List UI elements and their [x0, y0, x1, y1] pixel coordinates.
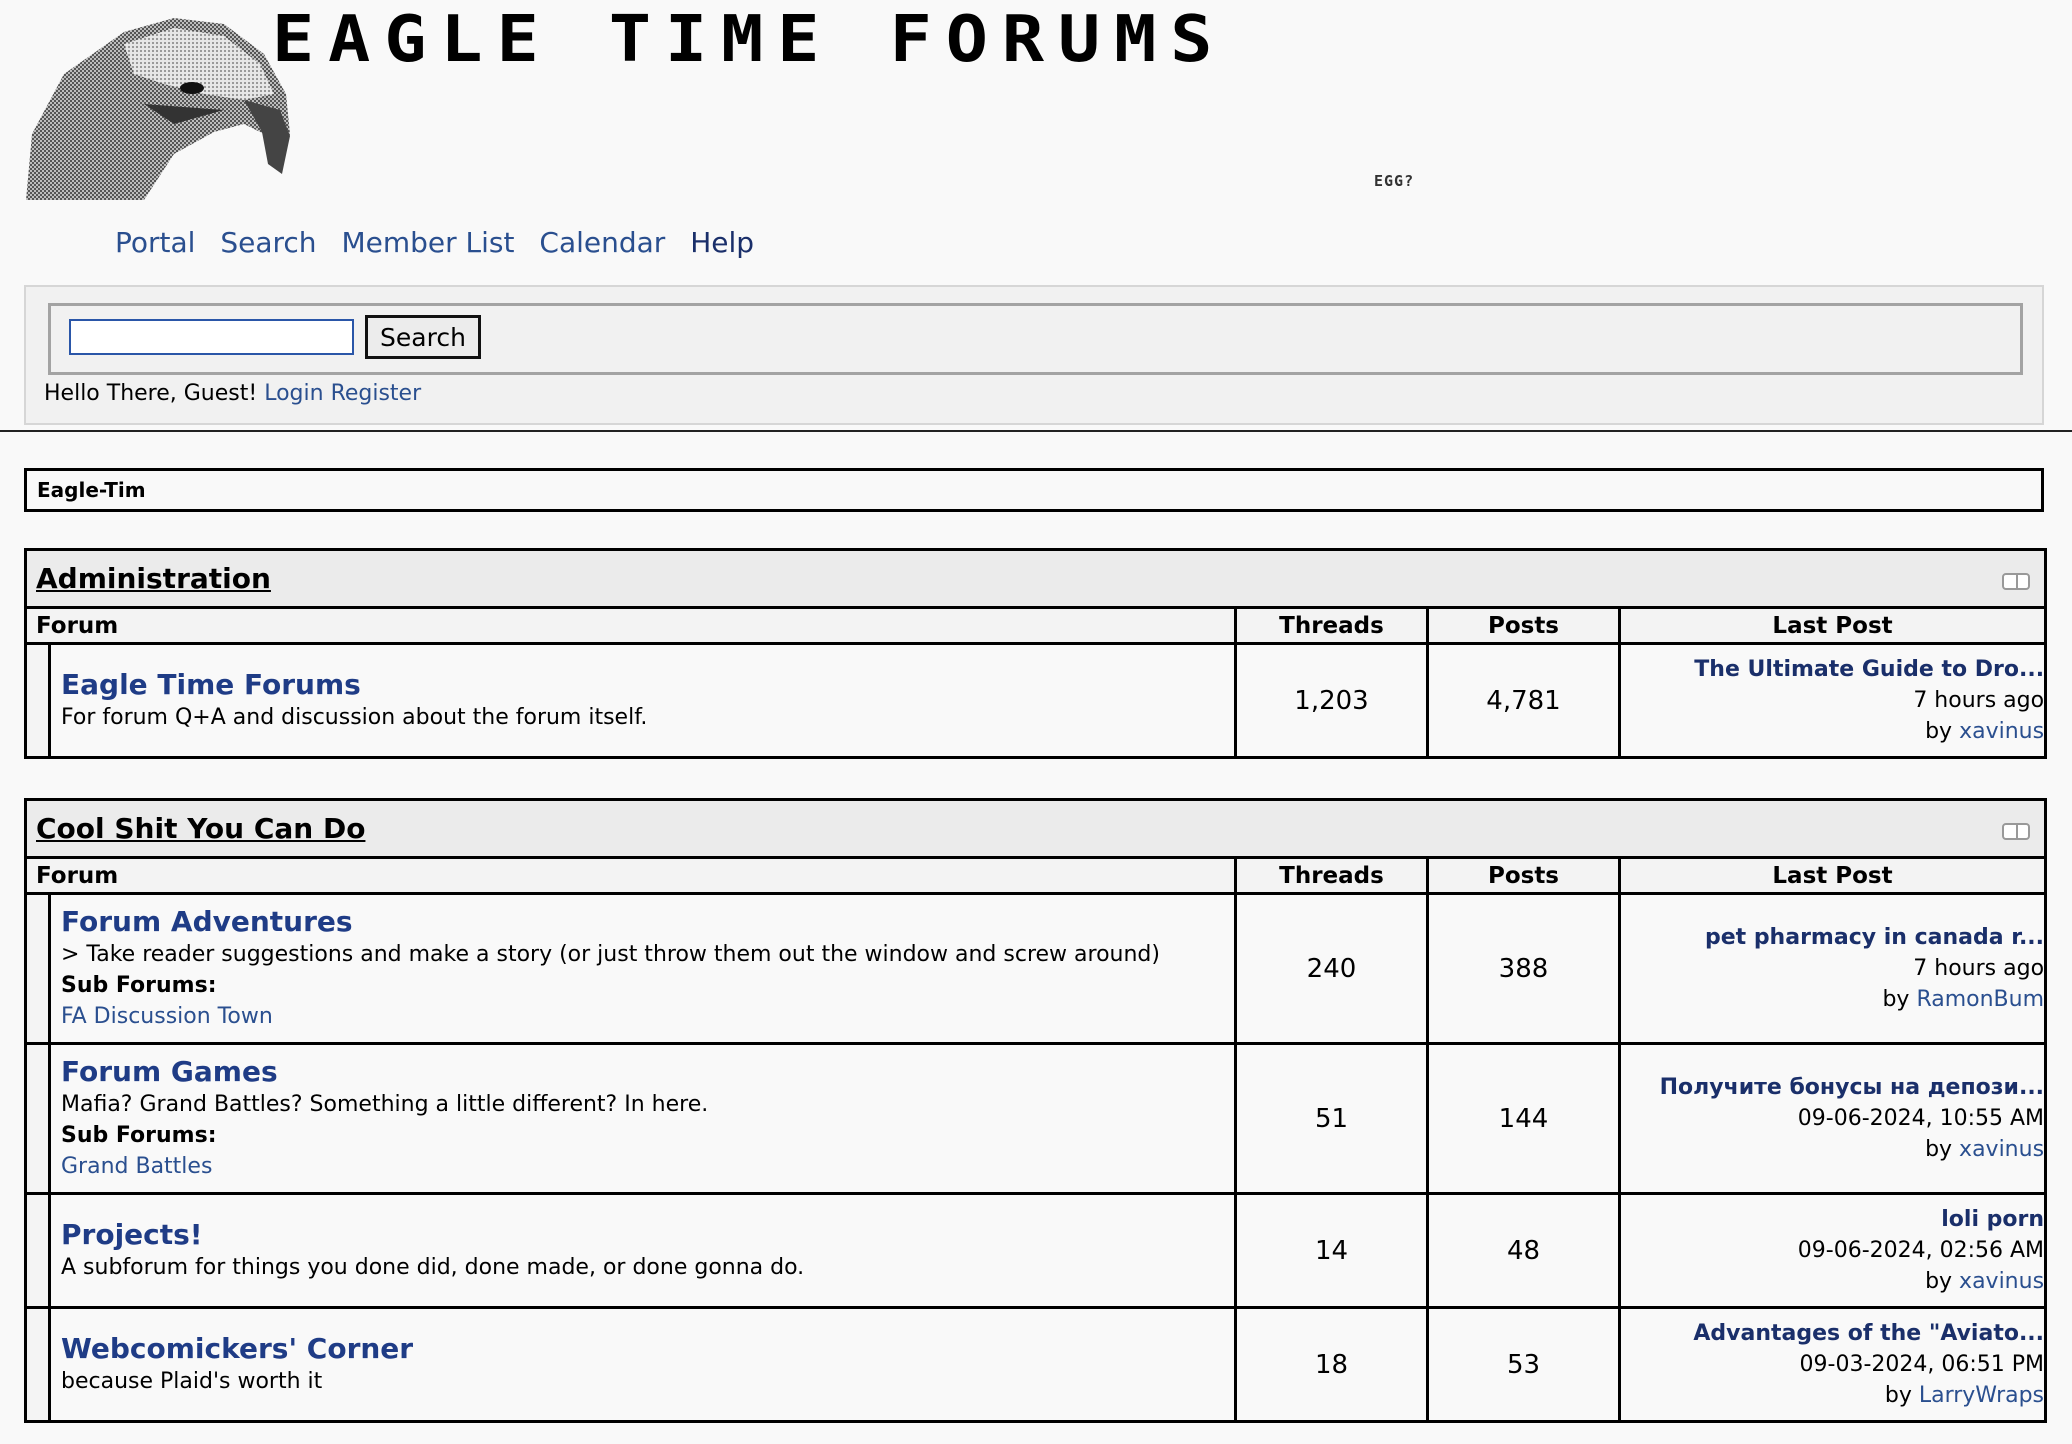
last-post-time: 7 hours ago [1913, 956, 2045, 981]
column-last-post: Last Post [1617, 606, 2048, 645]
forum-threads-count: 240 [1234, 892, 1429, 1045]
register-link[interactable]: Register [331, 381, 422, 406]
forum-name-link[interactable]: Webcomickers' Corner [61, 1332, 1234, 1366]
forum-description: A subforum for things you done did, done… [61, 1255, 805, 1280]
column-posts: Posts [1426, 856, 1621, 895]
last-post-time: 09-03-2024, 06:51 PM [1799, 1352, 2045, 1377]
nav-help-link[interactable]: Help [690, 226, 754, 259]
forum-row: Forum Games Mafia? Grand Battles? Someth… [24, 1042, 2048, 1195]
forum-status-icon [24, 1042, 51, 1195]
nav-calendar-link[interactable]: Calendar [539, 226, 665, 259]
column-forum: Forum [24, 606, 1237, 645]
forum-row: Forum Adventures > Take reader suggestio… [24, 892, 2048, 1045]
column-threads: Threads [1234, 856, 1429, 895]
forum-posts-count: 48 [1426, 1192, 1621, 1309]
last-post-by-label: by [1925, 1137, 1953, 1162]
search-form: Search [48, 303, 2023, 375]
forum-description: > Take reader suggestions and make a sto… [61, 942, 1160, 967]
forum-posts-count: 388 [1426, 892, 1621, 1045]
last-post-author-link[interactable]: xavinus [1959, 1269, 2044, 1294]
nav-search-link[interactable]: Search [220, 226, 316, 259]
last-post-by-label: by [1884, 1383, 1912, 1408]
last-post-title-link[interactable]: loli porn [1621, 1204, 2044, 1235]
last-post-title-link[interactable]: The Ultimate Guide to Dro... [1621, 654, 2044, 685]
forum-status-icon [24, 1192, 51, 1309]
subforum-link[interactable]: Grand Battles [61, 1151, 1234, 1182]
last-post-time: 7 hours ago [1913, 688, 2045, 713]
forum-description: Mafia? Grand Battles? Something a little… [61, 1092, 709, 1117]
last-post-title-link[interactable]: pet pharmacy in canada r... [1621, 922, 2044, 953]
forum-row: Projects! A subforum for things you done… [24, 1192, 2048, 1309]
last-post-time: 09-06-2024, 02:56 AM [1797, 1238, 2045, 1263]
search-input[interactable] [69, 319, 354, 355]
collapse-icon[interactable] [2002, 573, 2031, 590]
column-forum: Forum [24, 856, 1237, 895]
column-posts: Posts [1426, 606, 1621, 645]
collapse-icon[interactable] [2002, 823, 2031, 840]
last-post-author-link[interactable]: xavinus [1959, 1137, 2044, 1162]
column-last-post: Last Post [1617, 856, 2048, 895]
last-post-by-label: by [1882, 987, 1910, 1012]
column-header-row: Forum Threads Posts Last Post [24, 606, 2048, 645]
nav-member-list-link[interactable]: Member List [341, 226, 514, 259]
last-post-by-label: by [1925, 1269, 1953, 1294]
column-threads: Threads [1234, 606, 1429, 645]
column-header-row: Forum Threads Posts Last Post [24, 856, 2048, 895]
last-post-author-link[interactable]: LarryWraps [1919, 1383, 2044, 1408]
forum-name-link[interactable]: Eagle Time Forums [61, 668, 1234, 702]
forum-threads-count: 18 [1234, 1306, 1429, 1423]
forum-threads-count: 1,203 [1234, 642, 1429, 759]
category-title[interactable]: Cool Shit You Can Do [27, 812, 365, 845]
category-title[interactable]: Administration [27, 562, 271, 595]
forum-row: Eagle Time Forums For forum Q+A and disc… [24, 642, 2048, 759]
last-post-title-link[interactable]: Advantages of the "Aviato... [1621, 1318, 2044, 1349]
breadcrumb[interactable]: Eagle-Tim [24, 468, 2044, 512]
category-administration: Administration Forum Threads Posts Last … [23, 548, 2048, 759]
top-navigation: Portal Search Member List Calendar Help [115, 226, 770, 259]
category-cool-shit-you-can-do: Cool Shit You Can Do Forum Threads Posts… [23, 798, 2048, 1423]
eagle-logo-icon[interactable] [24, 14, 294, 200]
forum-posts-count: 144 [1426, 1042, 1621, 1195]
forum-name-link[interactable]: Forum Games [61, 1055, 1234, 1089]
guest-greeting: Hello There, Guest! Login Register [44, 381, 421, 406]
search-panel: Search Hello There, Guest! Login Registe… [24, 285, 2044, 425]
forum-name-link[interactable]: Projects! [61, 1218, 1234, 1252]
last-post-author-link[interactable]: xavinus [1959, 719, 2044, 744]
nav-portal-link[interactable]: Portal [115, 226, 195, 259]
forum-threads-count: 51 [1234, 1042, 1429, 1195]
forum-name-link[interactable]: Forum Adventures [61, 905, 1234, 939]
forum-status-icon [24, 642, 51, 759]
last-post-time: 09-06-2024, 10:55 AM [1797, 1106, 2045, 1131]
last-post-by-label: by [1925, 719, 1953, 744]
subforums-label: Sub Forums: [61, 973, 217, 998]
search-button[interactable]: Search [365, 315, 481, 359]
egg-text: EGG? [1374, 172, 1415, 190]
site-title: EAGLE TIME FORUMS [272, 1, 1227, 77]
forum-status-icon [24, 892, 51, 1045]
subforums-label: Sub Forums: [61, 1123, 217, 1148]
greeting-text: Hello There, Guest! [44, 381, 258, 406]
forum-description: because Plaid's worth it [61, 1369, 323, 1394]
last-post-title-link[interactable]: Получите бонусы на депози... [1621, 1072, 2044, 1103]
login-link[interactable]: Login [264, 381, 323, 406]
forum-description: For forum Q+A and discussion about the f… [61, 705, 648, 730]
subforum-link[interactable]: FA Discussion Town [61, 1001, 1234, 1032]
forum-row: Webcomickers' Corner because Plaid's wor… [24, 1306, 2048, 1423]
forum-posts-count: 4,781 [1426, 642, 1621, 759]
forum-threads-count: 14 [1234, 1192, 1429, 1309]
page-header: EAGLE TIME FORUMS EGG? Portal Search Mem… [0, 0, 2072, 432]
forum-posts-count: 53 [1426, 1306, 1621, 1423]
last-post-author-link[interactable]: RamonBum [1916, 987, 2044, 1012]
forum-status-icon [24, 1306, 51, 1423]
